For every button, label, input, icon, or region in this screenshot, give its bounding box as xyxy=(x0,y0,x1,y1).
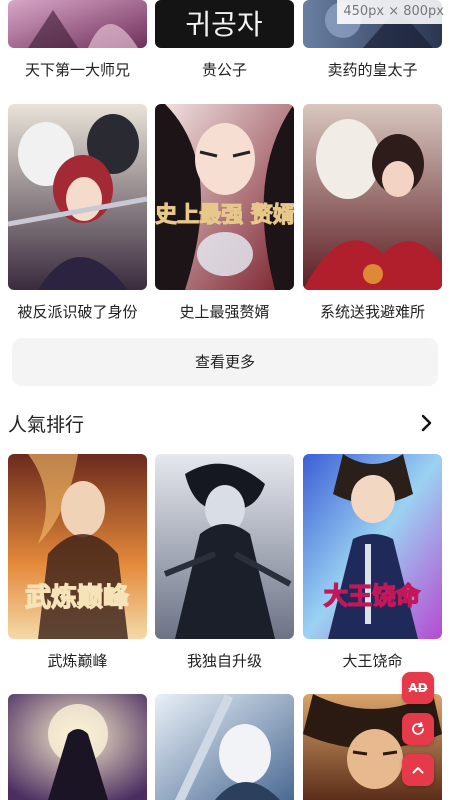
comic-card[interactable] xyxy=(8,694,147,800)
comic-card[interactable]: 귀공자 贵公子 xyxy=(155,0,294,79)
comic-title[interactable]: 系统送我避难所 xyxy=(295,301,450,322)
chevron-right-icon[interactable] xyxy=(414,411,438,435)
comic-card[interactable]: 武炼巅峰 武炼巅峰 xyxy=(8,454,147,670)
comic-card[interactable] xyxy=(155,694,294,800)
comic-cover[interactable] xyxy=(155,694,294,800)
cover-lettering: 大王饶命 xyxy=(324,581,421,610)
ad-toggle-button[interactable]: AD xyxy=(402,672,434,704)
comic-card[interactable]: 被反派识破了身份 xyxy=(8,104,147,321)
comic-title[interactable]: 天下第一大师兄 xyxy=(0,59,155,80)
section-title: 人氣排行 xyxy=(8,414,85,436)
comic-card[interactable]: 天下第一大师兄 xyxy=(8,0,147,79)
refresh-icon xyxy=(412,721,424,735)
comic-title[interactable]: 我独自升级 xyxy=(147,650,302,671)
comic-cover[interactable] xyxy=(303,104,442,290)
refresh-button[interactable] xyxy=(402,713,434,745)
comic-title[interactable]: 史上最强赘婿 xyxy=(147,301,302,322)
comic-cover[interactable]: 武炼巅峰 xyxy=(8,454,147,639)
comic-card[interactable]: 史上最强 赘婿 史上最强赘婿 xyxy=(155,104,294,321)
scroll-top-button[interactable] xyxy=(402,754,434,786)
cover-lettering: 귀공자 xyxy=(185,8,262,41)
comic-cover[interactable] xyxy=(155,454,294,639)
comic-title[interactable]: 武炼巅峰 xyxy=(0,650,155,671)
chevron-up-icon xyxy=(412,767,424,774)
comic-title[interactable]: 被反派识破了身份 xyxy=(0,301,155,322)
comic-cover[interactable] xyxy=(8,104,147,290)
cover-lettering: 武炼巅峰 xyxy=(25,583,129,613)
comic-cover[interactable]: 大王饶命 xyxy=(303,454,442,639)
comic-cover[interactable] xyxy=(8,0,147,48)
view-more-button[interactable]: 查看更多 xyxy=(12,338,438,386)
cover-lettering: 史上最强 赘婿 xyxy=(155,202,294,228)
viewport-size-badge: 450px × 800px xyxy=(337,0,450,24)
comic-card[interactable]: 系统送我避难所 xyxy=(303,104,442,321)
comic-card[interactable]: 大王饶命 大王饶命 xyxy=(303,454,442,670)
comic-cover[interactable] xyxy=(8,694,147,800)
comic-title[interactable]: 卖药的皇太子 xyxy=(295,59,450,80)
comic-card[interactable]: 我独自升级 xyxy=(155,454,294,670)
comic-title[interactable]: 大王饶命 xyxy=(295,650,450,671)
comic-cover[interactable]: 史上最强 赘婿 xyxy=(155,104,294,290)
comic-cover[interactable]: 귀공자 xyxy=(155,0,294,48)
comic-title[interactable]: 贵公子 xyxy=(147,59,302,80)
